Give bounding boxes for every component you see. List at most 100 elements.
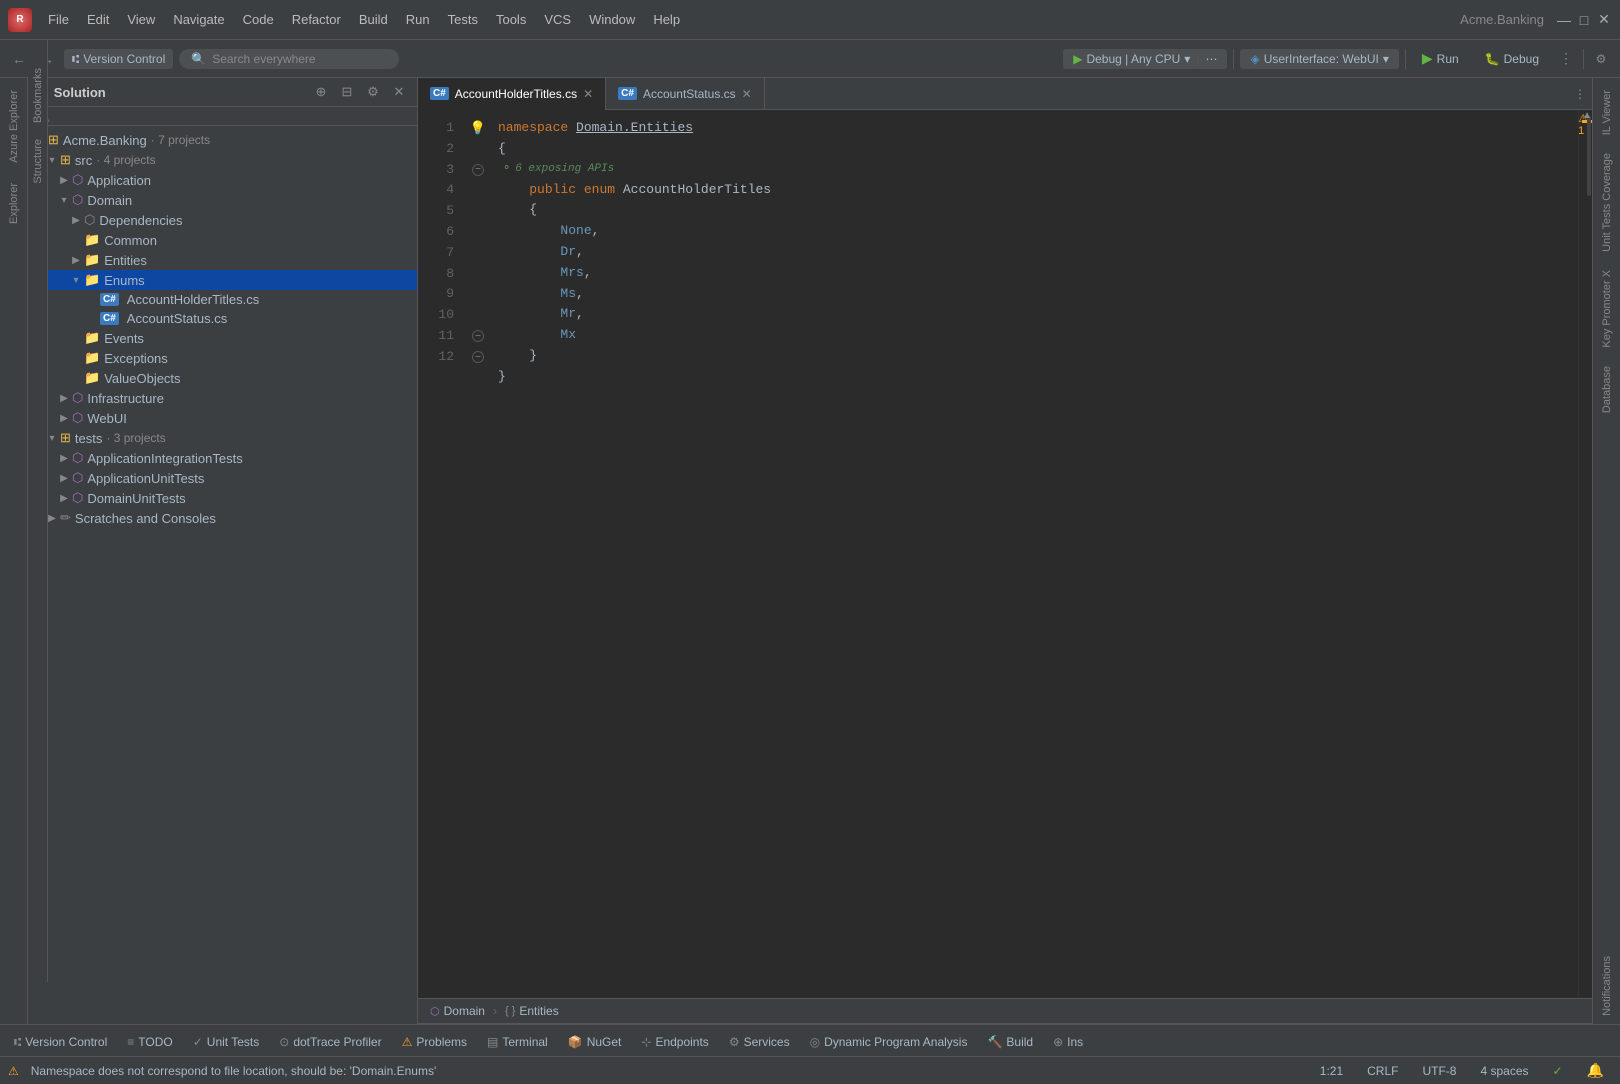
close-tab-1[interactable]: ✕ — [583, 87, 593, 101]
notification-bell[interactable]: 🔔 — [1579, 1060, 1612, 1081]
menu-tools[interactable]: Tools — [488, 8, 534, 31]
status-encoding[interactable]: UTF-8 — [1414, 1062, 1464, 1080]
scrollbar-thumb[interactable] — [1587, 116, 1591, 196]
nuget-button[interactable]: 📦 NuGet — [558, 1029, 632, 1053]
notifications-tab[interactable]: Notifications — [1597, 948, 1617, 1024]
explorer-tab[interactable]: Explorer — [4, 175, 24, 232]
breadcrumb-entities[interactable]: { } Entities — [505, 1004, 559, 1018]
run-config-dropdown[interactable]: ▶ Debug | Any CPU ▾ | ⋯ — [1063, 49, 1227, 69]
problems-button[interactable]: ⚠ Problems — [392, 1029, 477, 1053]
tree-item-domain-unit-tests[interactable]: ▶ ⬡ DomainUnitTests — [28, 488, 417, 508]
menu-run[interactable]: Run — [398, 8, 438, 31]
tree-item-enums[interactable]: ▾ 📁 Enums — [28, 270, 417, 290]
dottrace-button[interactable]: ⊙ dotTrace Profiler — [269, 1029, 391, 1053]
status-line-ending[interactable]: CRLF — [1359, 1062, 1406, 1080]
debug-button[interactable]: 🐛 Debug — [1475, 49, 1549, 69]
more-run-options[interactable]: ⋮ — [1555, 48, 1577, 70]
key-promoter-tab[interactable]: Key Promoter X — [1597, 262, 1617, 356]
tree-item-valueobjects[interactable]: ▶ 📁 ValueObjects — [28, 368, 417, 388]
title-bar: R File Edit View Navigate Code Refactor … — [0, 0, 1620, 40]
ui-config-dropdown[interactable]: ◈ UserInterface: WebUI ▾ — [1240, 49, 1398, 69]
events-folder-icon: 📁 — [84, 330, 100, 346]
dynamic-analysis-button[interactable]: ◎ Dynamic Program Analysis — [800, 1029, 978, 1053]
unit-tests-button[interactable]: ✓ Unit Tests — [183, 1029, 270, 1053]
tree-item-dependencies[interactable]: ▶ ⬡ Dependencies — [28, 210, 417, 230]
ins-button[interactable]: ⊕ Ins — [1043, 1029, 1093, 1053]
tab-account-status[interactable]: C# AccountStatus.cs ✕ — [606, 78, 765, 110]
menu-vcs[interactable]: VCS — [536, 8, 579, 31]
expand-ait-icon: ▶ — [56, 453, 72, 464]
exceptions-name: Exceptions — [104, 351, 168, 366]
tree-item-src[interactable]: ▾ ⊞ src · 4 projects — [28, 150, 417, 170]
tree-item-scratches[interactable]: ▶ ✏ Scratches and Consoles — [28, 508, 417, 528]
tree-item-account-holder-titles[interactable]: C# AccountHolderTitles.cs — [28, 290, 417, 309]
breadcrumb-domain[interactable]: ⬡ Domain — [430, 1004, 485, 1018]
menu-refactor[interactable]: Refactor — [284, 8, 349, 31]
tree-item-exceptions[interactable]: ▶ 📁 Exceptions — [28, 348, 417, 368]
menu-bar: File Edit View Navigate Code Refactor Bu… — [40, 8, 688, 31]
menu-file[interactable]: File — [40, 8, 77, 31]
menu-help[interactable]: Help — [645, 8, 688, 31]
menu-tests[interactable]: Tests — [440, 8, 486, 31]
tree-item-app-unit-tests[interactable]: ▶ ⬡ ApplicationUnitTests — [28, 468, 417, 488]
tree-item-webui[interactable]: ▶ ⬡ WebUI — [28, 408, 417, 428]
tree-item-entities[interactable]: ▶ 📁 Entities — [28, 250, 417, 270]
tree-item-root[interactable]: ▾ ⊞ Acme.Banking · 7 projects — [28, 130, 417, 150]
code-editor[interactable]: namespace Domain.Entities { ⚬ 6 exposing… — [490, 110, 1578, 998]
menu-navigate[interactable]: Navigate — [165, 8, 232, 31]
gutter-fold-11[interactable]: − — [466, 326, 490, 347]
tree-item-domain[interactable]: ▾ ⬡ Domain — [28, 190, 417, 210]
build-button[interactable]: 🔨 Build — [977, 1029, 1043, 1053]
unit-tests-coverage-tab[interactable]: Unit Tests Coverage — [1597, 145, 1617, 260]
tabs-overflow-button[interactable]: ⋮ — [1568, 78, 1592, 110]
tree-item-tests[interactable]: ▾ ⊞ tests · 3 projects — [28, 428, 417, 448]
database-tab[interactable]: Database — [1597, 358, 1617, 421]
scroll-up-arrow[interactable]: ▲ — [1582, 110, 1592, 121]
window-controls: — □ ✕ — [1556, 12, 1612, 28]
tab-account-holder-titles[interactable]: C# AccountHolderTitles.cs ✕ — [418, 78, 606, 110]
menu-code[interactable]: Code — [235, 8, 282, 31]
services-button[interactable]: ⚙ Services — [719, 1029, 800, 1053]
settings-button[interactable]: ⚙ — [1590, 48, 1612, 70]
add-content-button[interactable]: ⊕ — [311, 82, 331, 102]
todo-button[interactable]: ≡ TODO — [117, 1029, 182, 1053]
terminal-button[interactable]: ▤ Terminal — [477, 1029, 558, 1053]
status-indent[interactable]: 4 spaces — [1472, 1062, 1536, 1080]
il-viewer-tab[interactable]: IL Viewer — [1597, 82, 1617, 143]
vc-bottom-button[interactable]: ⑆ Version Control — [4, 1029, 117, 1053]
cs-file-icon-1: C# — [100, 293, 119, 306]
tree-item-account-status[interactable]: C# AccountStatus.cs — [28, 309, 417, 328]
entities-folder-icon: 📁 — [84, 252, 100, 268]
back-button[interactable]: ← — [8, 48, 30, 70]
tree-settings-button[interactable]: ⚙ — [363, 82, 383, 102]
gutter-fold-12[interactable]: − — [466, 347, 490, 368]
tree-item-common[interactable]: ▶ 📁 Common — [28, 230, 417, 250]
search-everywhere-input[interactable]: 🔍 Search everywhere — [179, 49, 399, 69]
bulb-icon[interactable]: 💡 — [470, 120, 486, 136]
menu-edit[interactable]: Edit — [79, 8, 117, 31]
structure-tab[interactable]: Structure — [28, 131, 48, 192]
tree-item-application[interactable]: ▶ ⬡ Application — [28, 170, 417, 190]
close-button[interactable]: ✕ — [1596, 12, 1612, 28]
close-tab-2[interactable]: ✕ — [742, 87, 752, 101]
collapse-all-button[interactable]: ⊟ — [337, 82, 357, 102]
run-button[interactable]: ▶ Run — [1412, 47, 1469, 70]
version-control-button[interactable]: ⑆ Version Control — [64, 49, 173, 69]
menu-window[interactable]: Window — [581, 8, 643, 31]
tree-item-infrastructure[interactable]: ▶ ⬡ Infrastructure — [28, 388, 417, 408]
endpoints-button[interactable]: ⊹ Endpoints — [631, 1029, 718, 1053]
gutter-fold-3[interactable]: − — [466, 160, 490, 181]
tree-item-app-integration-tests[interactable]: ▶ ⬡ ApplicationIntegrationTests — [28, 448, 417, 468]
code-line-10: Mx — [498, 325, 1578, 346]
git-status[interactable]: ✓ — [1545, 1062, 1571, 1080]
tree-item-events[interactable]: ▶ 📁 Events — [28, 328, 417, 348]
maximize-button[interactable]: □ — [1576, 12, 1592, 28]
menu-build[interactable]: Build — [351, 8, 396, 31]
minimize-button[interactable]: — — [1556, 12, 1572, 28]
scrollbar-track[interactable]: ⚠ 1 ▲ — [1579, 110, 1592, 998]
menu-view[interactable]: View — [119, 8, 163, 31]
status-position[interactable]: 1:21 — [1312, 1062, 1351, 1080]
azure-explorer-tab[interactable]: Azure Explorer — [4, 82, 24, 171]
bookmarks-tab[interactable]: Bookmarks — [28, 60, 48, 131]
close-tree-button[interactable]: ✕ — [389, 82, 409, 102]
